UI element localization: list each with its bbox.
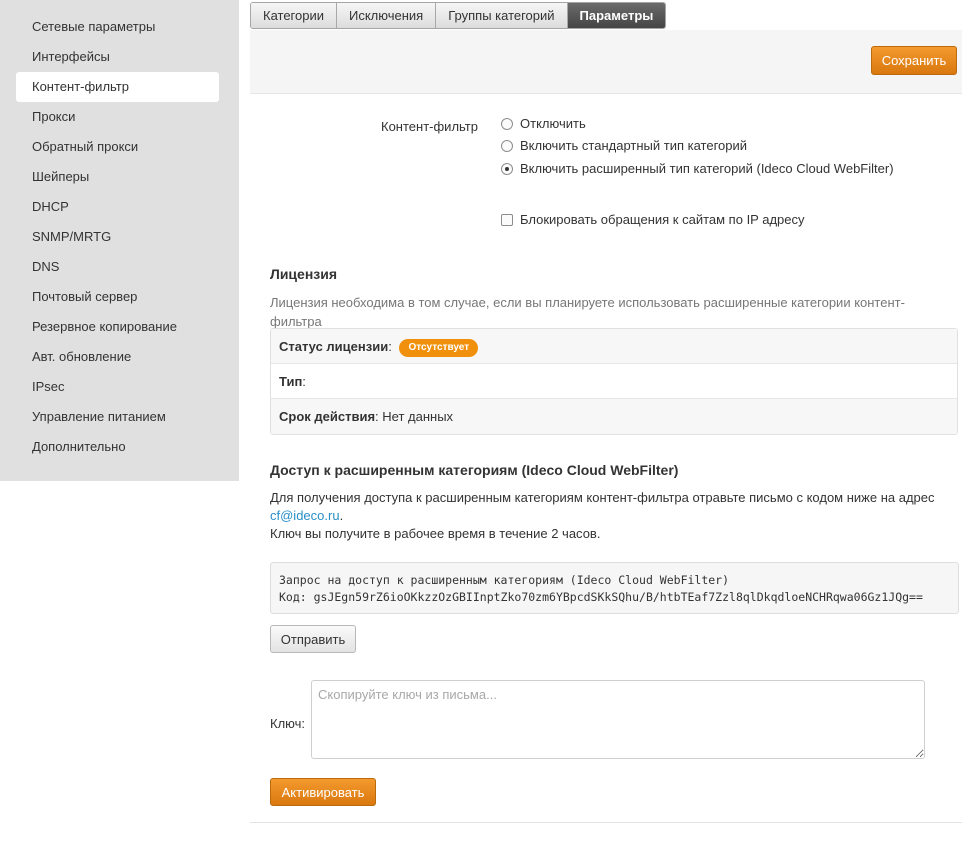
- punctuation: .: [339, 508, 344, 523]
- license-description: Лицензия необходима в том случае, если в…: [270, 295, 905, 329]
- access-desc-line2: Ключ вы получите в рабочее время в течен…: [270, 526, 601, 541]
- request-code-block: Запрос на доступ к расширенным категория…: [270, 562, 959, 614]
- request-line-1: Запрос на доступ к расширенным категория…: [279, 573, 730, 587]
- sidebar-item-ipsec[interactable]: IPsec: [16, 372, 219, 402]
- access-desc-line1: Для получения доступа к расширенным кате…: [270, 490, 935, 505]
- divider: [250, 822, 962, 823]
- radio-standard[interactable]: Включить стандартный тип категорий: [501, 138, 747, 153]
- sidebar-item-reverse-proxy[interactable]: Обратный прокси: [16, 132, 219, 162]
- radio-button[interactable]: [501, 139, 513, 152]
- sidebar-item-content-filter[interactable]: Контент-фильтр: [16, 72, 219, 102]
- sidebar-item-mail-server[interactable]: Почтовый сервер: [16, 282, 219, 312]
- radio-label: Отключить: [520, 116, 586, 131]
- sidebar-item-snmp[interactable]: SNMP/MRTG: [16, 222, 219, 252]
- email-link[interactable]: cf@ideco.ru: [270, 508, 340, 523]
- sidebar-list: Сетевые параметры Интерфейсы Контент-фил…: [0, 0, 239, 462]
- sidebar-item-additional[interactable]: Дополнительно: [16, 432, 219, 462]
- access-title: Доступ к расширенным категориям (Ideco C…: [270, 462, 679, 478]
- tab-bar: Категории Исключения Группы категорий Па…: [250, 2, 667, 29]
- radio-label: Включить расширенный тип категорий (Idec…: [520, 161, 894, 176]
- sidebar-item-power[interactable]: Управление питанием: [16, 402, 219, 432]
- key-label: Ключ:: [270, 716, 306, 731]
- license-expiry-value: Нет данных: [382, 409, 454, 424]
- sidebar-item-shapers[interactable]: Шейперы: [16, 162, 219, 192]
- access-description: Для получения доступа к расширенным кате…: [270, 489, 960, 543]
- block-ip-label: Блокировать обращения к сайтам по IP адр…: [520, 212, 805, 227]
- sidebar-item-dns[interactable]: DNS: [16, 252, 219, 282]
- block-ip-checkbox-row[interactable]: Блокировать обращения к сайтам по IP адр…: [501, 212, 805, 227]
- license-type-label: Тип: [279, 374, 303, 389]
- tab-categories[interactable]: Категории: [251, 3, 337, 28]
- save-button[interactable]: Сохранить: [871, 46, 957, 75]
- radio-extended[interactable]: Включить расширенный тип категорий (Idec…: [501, 161, 894, 176]
- license-status-label: Статус лицензии: [279, 339, 389, 354]
- activate-button[interactable]: Активировать: [270, 778, 376, 806]
- license-title: Лицензия: [270, 266, 338, 282]
- license-type-row: Тип:: [271, 364, 957, 399]
- sidebar-item-interfaces[interactable]: Интерфейсы: [16, 42, 219, 72]
- sidebar-item-network[interactable]: Сетевые параметры: [16, 12, 219, 42]
- sidebar-item-backup[interactable]: Резервное копирование: [16, 312, 219, 342]
- sidebar-item-dhcp[interactable]: DHCP: [16, 192, 219, 222]
- sidebar-item-proxy[interactable]: Прокси: [16, 102, 219, 132]
- license-info-box: Статус лицензии: Отсутствует Тип: Срок д…: [270, 328, 958, 435]
- license-expiry-label: Срок действия: [279, 409, 376, 424]
- tab-exceptions[interactable]: Исключения: [337, 3, 437, 28]
- send-button[interactable]: Отправить: [270, 625, 356, 653]
- radio-disable[interactable]: Отключить: [501, 116, 586, 131]
- toolbar: Сохранить: [250, 30, 962, 94]
- content-filter-label: Контент-фильтр: [381, 119, 478, 134]
- status-badge: Отсутствует: [399, 338, 479, 357]
- block-ip-checkbox[interactable]: [501, 213, 513, 226]
- request-line-2: Код: gsJEgn59rZ6ioOKkzzOzGBIInptZko70zm6…: [279, 590, 923, 604]
- key-input[interactable]: [311, 680, 925, 759]
- tab-category-groups[interactable]: Группы категорий: [436, 3, 568, 28]
- radio-button[interactable]: [501, 117, 513, 130]
- radio-label: Включить стандартный тип категорий: [520, 138, 748, 153]
- sidebar-item-auto-update[interactable]: Авт. обновление: [16, 342, 219, 372]
- radio-button[interactable]: [501, 162, 513, 175]
- license-expiry-row: Срок действия: Нет данных: [271, 399, 957, 434]
- tab-parameters[interactable]: Параметры: [567, 3, 666, 28]
- sidebar: Сетевые параметры Интерфейсы Контент-фил…: [0, 0, 239, 481]
- license-status-row: Статус лицензии: Отсутствует: [271, 329, 957, 364]
